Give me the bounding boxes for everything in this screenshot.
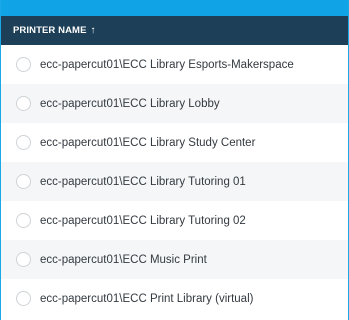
printer-label: ecc-papercut01\ECC Print Library (virtua… (40, 292, 254, 305)
printer-label: ecc-papercut01\ECC Library Lobby (40, 97, 220, 110)
column-header-label: PRINTER NAME (13, 25, 87, 36)
printer-label: ecc-papercut01\ECC Library Study Center (40, 136, 256, 149)
radio-button[interactable] (16, 96, 31, 111)
printer-name-column-header[interactable]: PRINTER NAME ↑ (1, 16, 348, 45)
radio-button[interactable] (16, 213, 31, 228)
printer-row[interactable]: ecc-papercut01\ECC Print Library (virtua… (1, 279, 348, 318)
radio-button[interactable] (16, 57, 31, 72)
printer-label: ecc-papercut01\ECC Library Esports-Maker… (40, 58, 294, 71)
radio-button[interactable] (16, 252, 31, 267)
radio-button[interactable] (16, 291, 31, 306)
printer-row[interactable]: ecc-papercut01\ECC Library Study Center (1, 123, 348, 162)
radio-button[interactable] (16, 174, 31, 189)
printer-list: ecc-papercut01\ECC Library Esports-Maker… (1, 45, 348, 318)
printer-row[interactable]: ecc-papercut01\ECC Music Print (1, 240, 348, 279)
printer-label: ecc-papercut01\ECC Library Tutoring 01 (40, 175, 246, 188)
printer-selection-panel: PRINTER NAME ↑ ecc-papercut01\ECC Librar… (0, 0, 349, 320)
top-accent-bar (1, 0, 348, 16)
printer-row[interactable]: ecc-papercut01\ECC Library Esports-Maker… (1, 45, 348, 84)
printer-label: ecc-papercut01\ECC Library Tutoring 02 (40, 214, 246, 227)
radio-button[interactable] (16, 135, 31, 150)
printer-label: ecc-papercut01\ECC Music Print (40, 253, 207, 266)
printer-row[interactable]: ecc-papercut01\ECC Library Lobby (1, 84, 348, 123)
printer-row[interactable]: ecc-papercut01\ECC Library Tutoring 02 (1, 201, 348, 240)
printer-row[interactable]: ecc-papercut01\ECC Library Tutoring 01 (1, 162, 348, 201)
arrow-up-icon: ↑ (90, 24, 96, 36)
